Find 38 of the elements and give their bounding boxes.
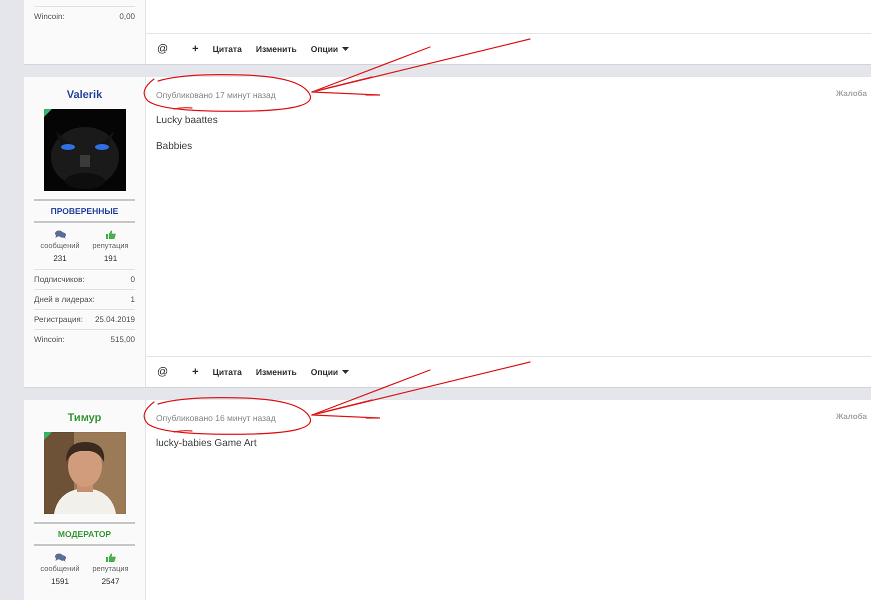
comments-icon: [54, 230, 66, 239]
add-button[interactable]: +: [187, 41, 204, 57]
stat-value: 191: [104, 253, 118, 264]
field-label: Подписчиков:: [34, 274, 85, 286]
thumbs-up-icon: [106, 230, 116, 239]
add-button[interactable]: +: [187, 364, 204, 380]
thumbs-up-icon: [106, 553, 116, 562]
post-date: Опубликовано 16 минут назад: [156, 412, 276, 424]
user-group: МОДЕРАТОР: [34, 522, 135, 546]
mention-button[interactable]: @: [152, 364, 174, 380]
caret-icon: [342, 47, 350, 51]
field-label: Wincoin:: [34, 11, 65, 23]
post-text: Babbies: [156, 141, 194, 153]
options-menu-button[interactable]: Опции: [306, 40, 354, 58]
field-value: 25.04.2019: [94, 314, 135, 326]
post-text: lucky-babies Game Art: [156, 438, 258, 450]
field-value: 0: [130, 274, 135, 286]
user-group: ПРОВЕРЕННЫЕ: [34, 199, 135, 223]
action-button[interactable]: Изменить: [250, 363, 302, 381]
field-value: 1: [130, 294, 135, 306]
post-text: Lucky baattes: [156, 115, 219, 127]
stat-value: 1591: [51, 576, 69, 587]
field-value: 0,00: [119, 11, 135, 23]
mention-button[interactable]: @: [152, 41, 174, 57]
action-button[interactable]: Цитата: [208, 363, 247, 381]
comments-icon: [54, 553, 66, 562]
field-value: 515,00: [110, 334, 135, 346]
field-label: Дней в лидерах:: [34, 294, 95, 306]
action-button[interactable]: Изменить: [250, 40, 302, 58]
stat-value: 231: [53, 253, 67, 264]
post-date: Опубликовано 17 минут назад: [156, 89, 276, 101]
field-label: Регистрация:: [34, 314, 83, 326]
field-label: Wincoin:: [34, 334, 65, 346]
action-button[interactable]: Цитата: [208, 40, 247, 58]
options-menu-button[interactable]: Опции: [306, 363, 354, 381]
stat-value: 2547: [102, 576, 120, 587]
caret-icon: [342, 370, 350, 374]
username[interactable]: Valerik: [34, 87, 135, 103]
